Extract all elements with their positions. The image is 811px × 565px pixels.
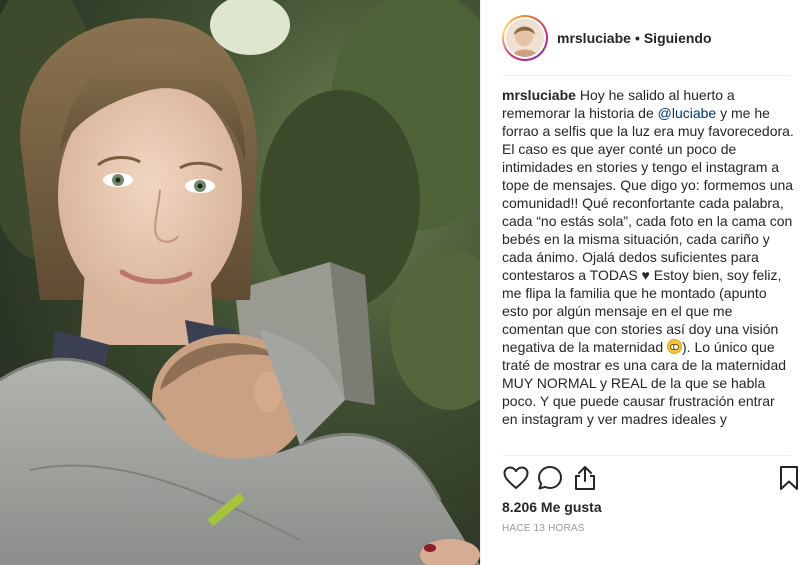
post-sidebar: mrsluciabe • Siguiendo mrsluciabe Hoy he…: [480, 0, 811, 565]
profile-avatar: [506, 18, 544, 57]
share-icon[interactable]: [570, 463, 600, 493]
post-timestamp[interactable]: HACE 13 HORAS: [502, 523, 585, 534]
post-caption: mrsluciabe Hoy he salido al huerto a rem…: [502, 86, 794, 454]
actions-divider: [502, 455, 790, 456]
following-button[interactable]: Siguiendo: [644, 30, 712, 46]
comment-icon[interactable]: [535, 463, 565, 493]
post-photo[interactable]: [0, 0, 480, 565]
header-divider: [502, 75, 790, 76]
caption-username-link[interactable]: mrsluciabe: [502, 87, 576, 103]
avatar[interactable]: [502, 14, 548, 61]
header-text: mrsluciabe • Siguiendo: [557, 30, 712, 46]
mention-link[interactable]: @luciabe: [658, 105, 717, 121]
separator-dot: •: [634, 29, 640, 46]
heart-icon[interactable]: [501, 463, 531, 493]
caption-text-2: y me he forrao a selfis que la luz era m…: [502, 105, 794, 355]
bookmark-icon[interactable]: [774, 463, 804, 493]
action-bar: [481, 459, 811, 497]
username-link[interactable]: mrsluciabe: [557, 30, 631, 46]
instagram-post: mrsluciabe • Siguiendo mrsluciabe Hoy he…: [0, 0, 811, 565]
flushed-face-emoji: [667, 339, 682, 354]
avatar-picture: [506, 18, 544, 57]
post-header: mrsluciabe • Siguiendo: [481, 0, 811, 75]
likes-count[interactable]: 8.206 Me gusta: [502, 499, 602, 515]
photo-illustration: [0, 0, 480, 565]
